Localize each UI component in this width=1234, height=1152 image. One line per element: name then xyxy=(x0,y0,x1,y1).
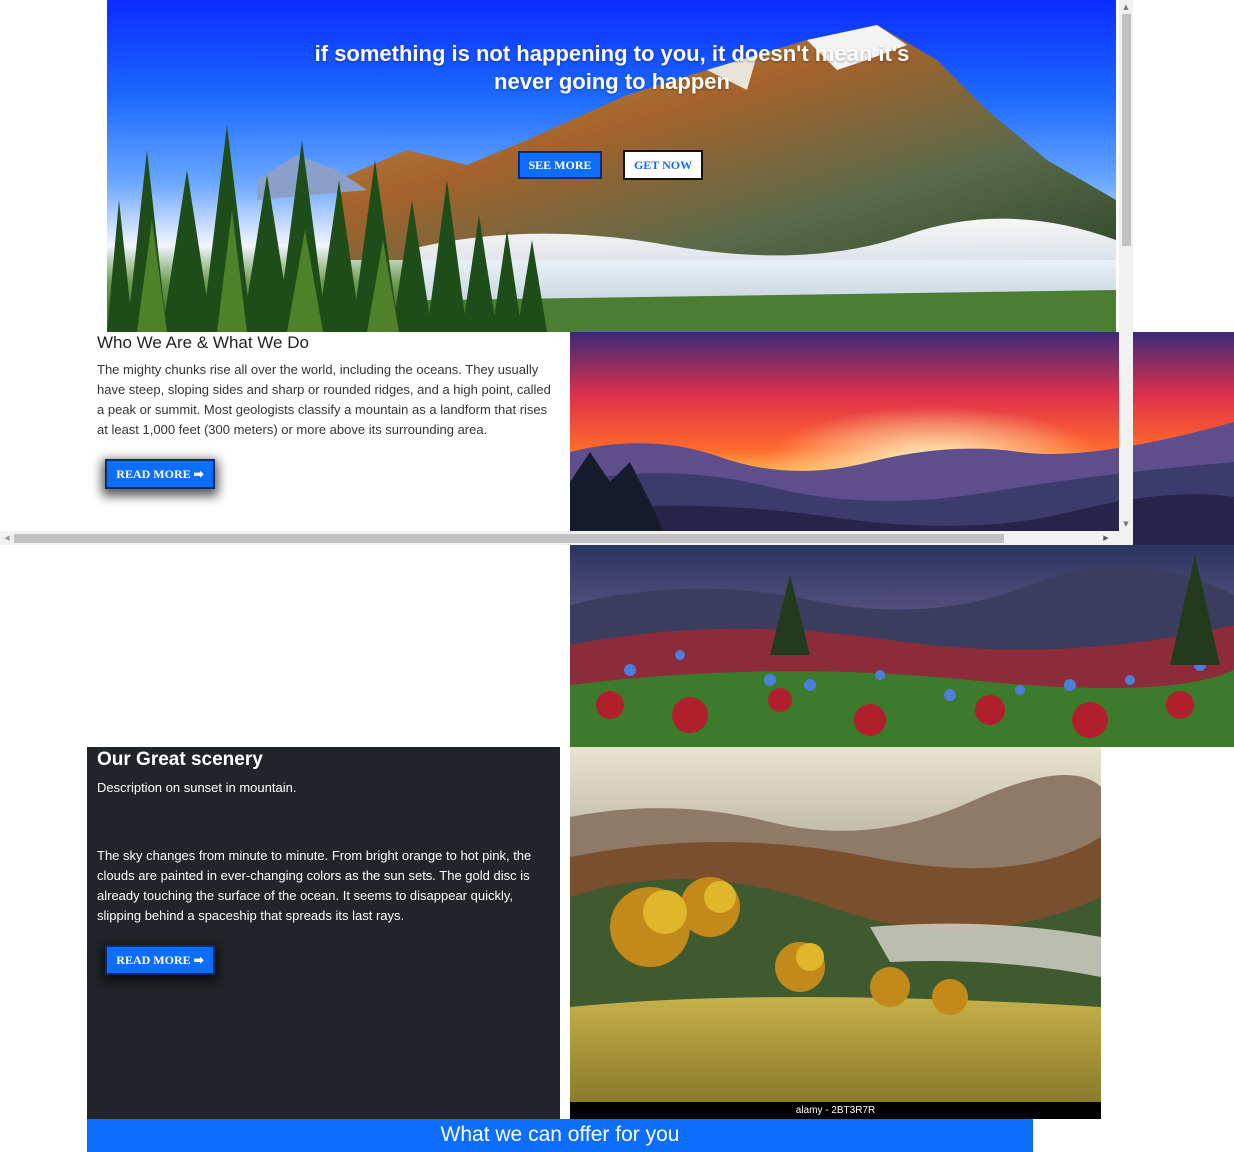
horizontal-scrollbar[interactable]: ◀ ▶ xyxy=(0,531,1133,545)
scenery-title: Our Great scenery xyxy=(97,749,263,770)
scroll-down-icon[interactable]: ▼ xyxy=(1119,517,1133,531)
flowers-image xyxy=(570,545,1234,747)
image-caption: alamy - 2BT3R7R xyxy=(570,1102,1101,1119)
vertical-scrollbar[interactable]: ▲ ▼ xyxy=(1119,0,1133,531)
scenery-subtitle: Description on sunset in mountain. xyxy=(97,780,297,795)
offer-heading: What we can offer for you xyxy=(87,1119,1033,1152)
scroll-right-icon[interactable]: ▶ xyxy=(1099,531,1113,545)
vertical-scroll-thumb[interactable] xyxy=(1122,14,1131,246)
see-more-button[interactable]: SEE MORE xyxy=(518,151,602,179)
who-we-are-title: Who We Are & What We Do xyxy=(97,333,309,352)
sunset-image xyxy=(570,332,1234,545)
scroll-left-icon[interactable]: ◀ xyxy=(0,531,14,545)
scenery-text: The sky changes from minute to minute. F… xyxy=(97,848,532,923)
hero-quote: if something is not happening to you, it… xyxy=(314,41,910,94)
autumn-valley-image xyxy=(570,747,1101,1102)
get-now-button[interactable]: GET NOW xyxy=(623,150,703,180)
scenery-read-more-button[interactable]: READ MORE ➡ xyxy=(105,945,215,975)
who-we-are-text: The mighty chunks rise all over the worl… xyxy=(97,362,551,437)
scroll-up-icon[interactable]: ▲ xyxy=(1119,0,1133,14)
read-more-button[interactable]: READ MORE ➡ xyxy=(105,459,215,489)
horizontal-scroll-thumb[interactable] xyxy=(14,534,1004,543)
scenery-panel xyxy=(87,747,560,1119)
